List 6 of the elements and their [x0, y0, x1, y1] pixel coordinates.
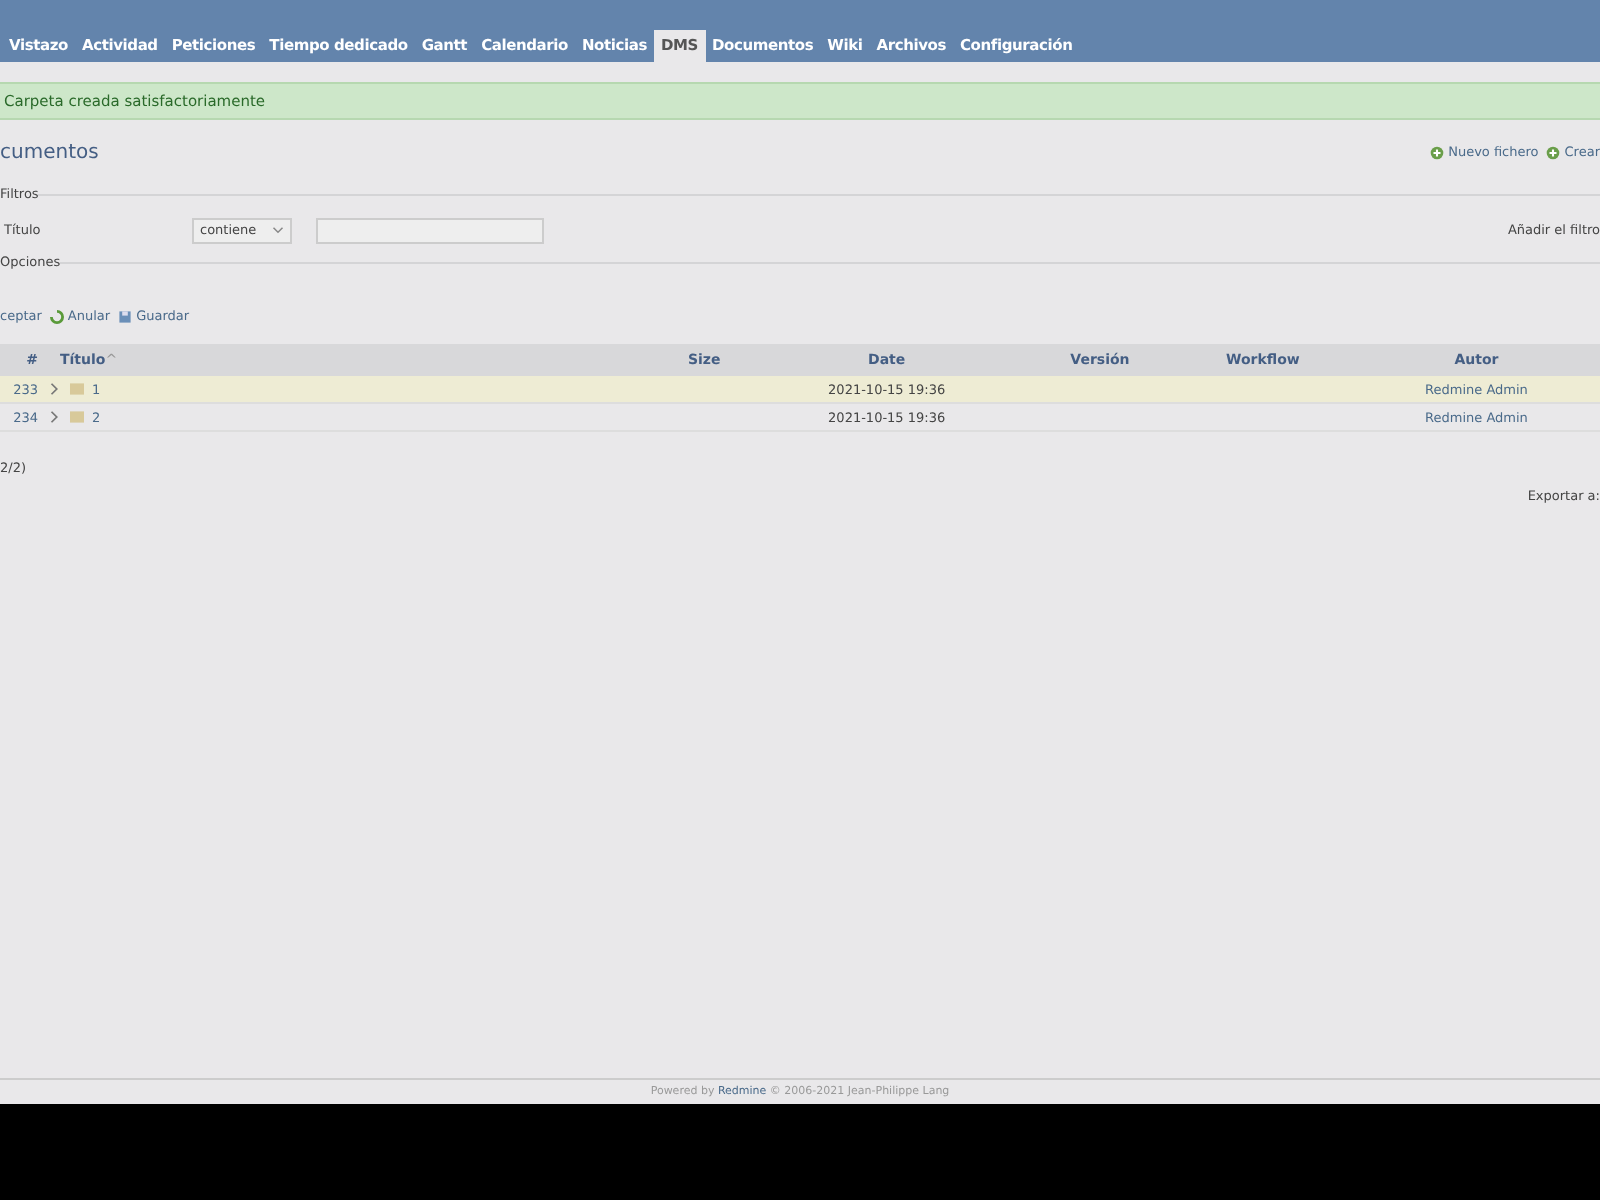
dropdown-caret-icon — [272, 226, 284, 234]
add-icon — [1430, 145, 1445, 159]
filter-input[interactable] — [316, 217, 544, 243]
add-icon — [1546, 145, 1561, 159]
page-title: cumentos — [0, 141, 99, 163]
reload-icon — [49, 309, 64, 323]
